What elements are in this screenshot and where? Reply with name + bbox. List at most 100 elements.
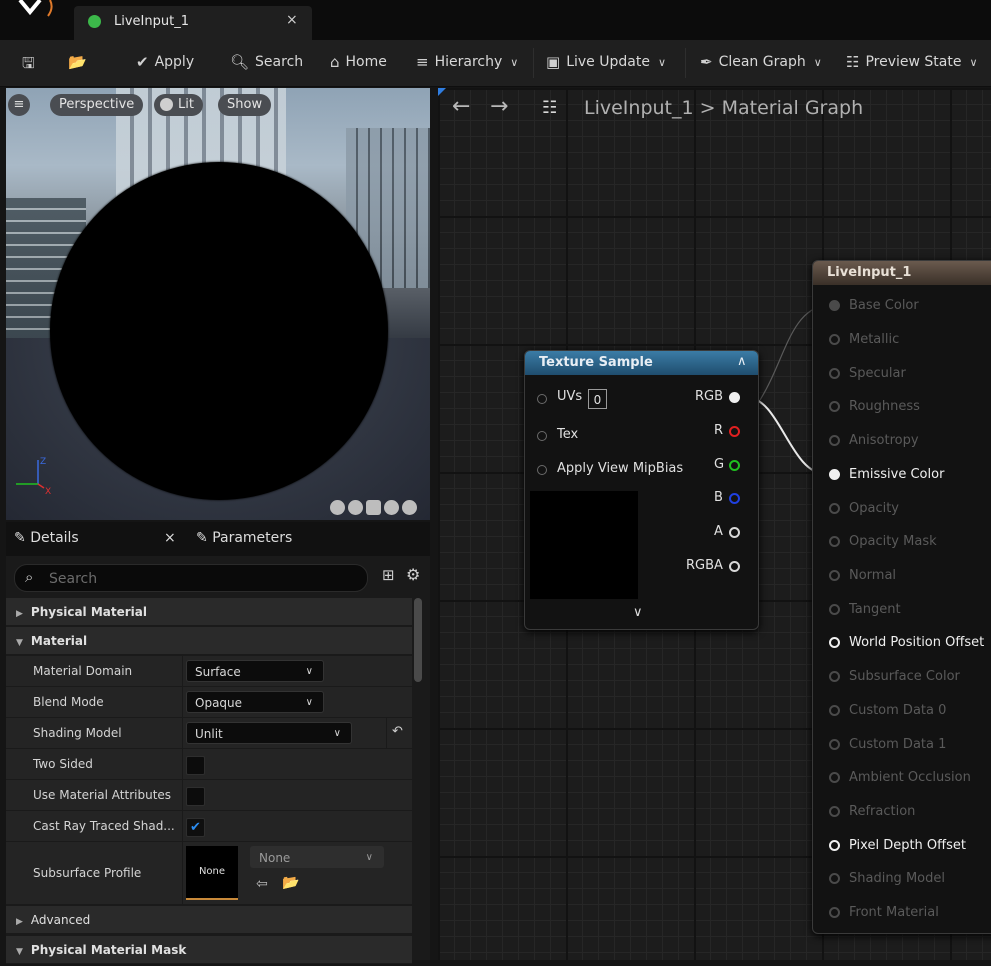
pin-dot[interactable] — [829, 739, 840, 750]
pin-dot[interactable] — [829, 334, 840, 345]
pin-dot[interactable] — [829, 570, 840, 581]
a-output-pin[interactable] — [729, 527, 740, 538]
rgb-output-pin[interactable] — [729, 392, 740, 403]
preview-cube-icon[interactable] — [384, 500, 399, 515]
preview-plane-icon[interactable] — [366, 500, 381, 515]
pin-dot[interactable] — [829, 806, 840, 817]
opacity-mask-pin[interactable]: Opacity Mask — [813, 532, 991, 552]
pin-dot[interactable] — [829, 435, 840, 446]
lit-button[interactable]: Lit — [154, 94, 203, 116]
grid-view-icon[interactable]: ⊞ — [382, 566, 395, 584]
details-search[interactable]: ⌕ — [14, 564, 368, 592]
details-scrollbar[interactable] — [414, 598, 422, 682]
preview-mesh-icon[interactable] — [402, 500, 417, 515]
subsurface-profile-dropdown[interactable]: None ∨ — [250, 846, 384, 868]
pin-dot[interactable] — [829, 536, 840, 547]
breadcrumb-asset[interactable]: LiveInput_1 — [584, 97, 694, 119]
pin-dot[interactable] — [829, 873, 840, 884]
base-color-pin[interactable]: Base Color — [813, 296, 991, 316]
forward-arrow-icon[interactable]: → — [490, 94, 508, 119]
custom-data-0-pin[interactable]: Custom Data 0 — [813, 701, 991, 721]
pin-dot[interactable] — [829, 368, 840, 379]
opacity-pin[interactable]: Opacity — [813, 499, 991, 519]
ambient-occlusion-pin[interactable]: Ambient Occlusion — [813, 768, 991, 788]
pin-dot[interactable] — [829, 604, 840, 615]
clean-graph-button[interactable]: ✒ Clean Graph ∨ — [700, 53, 822, 71]
chevron-up-icon[interactable]: ∧ — [737, 354, 747, 369]
tab-parameters[interactable]: ✎ Parameters — [196, 530, 292, 546]
chevron-down-icon[interactable]: ∨ — [633, 605, 643, 620]
material-result-node[interactable]: LiveInput_1 Base Color Metallic Specular… — [812, 260, 991, 934]
tex-input-pin[interactable] — [537, 431, 547, 441]
subsurface-profile-thumbnail[interactable]: None — [186, 846, 238, 900]
preview-viewport[interactable]: ≡ Perspective Lit Show Z X — [6, 88, 430, 520]
node-header[interactable]: Texture Sample ∧ — [525, 351, 758, 375]
save-button[interactable]: 🖫 — [22, 53, 35, 78]
texture-sample-node[interactable]: Texture Sample ∧ UVs 0 Tex Apply View Mi… — [524, 350, 759, 630]
shading-model-dropdown[interactable]: Unlit ∨ — [186, 722, 352, 744]
normal-pin[interactable]: Normal — [813, 566, 991, 586]
pin-dot[interactable] — [829, 705, 840, 716]
editor-tab[interactable]: LiveInput_1 × — [74, 6, 312, 40]
subsurface-color-pin[interactable]: Subsurface Color — [813, 667, 991, 687]
category-physical-material[interactable]: ▶ Physical Material — [6, 598, 412, 626]
hierarchy-button[interactable]: ≡ Hierarchy ∨ — [416, 53, 518, 71]
use-material-attributes-checkbox[interactable] — [186, 787, 205, 806]
search-button[interactable]: 🔍︎ Search — [230, 53, 303, 71]
roughness-pin[interactable]: Roughness — [813, 397, 991, 417]
g-output-pin[interactable] — [729, 460, 740, 471]
category-material[interactable]: ▼ Material — [6, 627, 412, 655]
reset-to-default-icon[interactable]: ↶ — [392, 724, 403, 739]
uvs-input-pin[interactable] — [537, 394, 547, 404]
blend-mode-dropdown[interactable]: Opaque ∨ — [186, 691, 324, 713]
close-icon[interactable]: × — [164, 530, 176, 546]
specular-pin[interactable]: Specular — [813, 364, 991, 384]
pixel-depth-offset-pin[interactable]: Pixel Depth Offset — [813, 836, 991, 856]
close-icon[interactable]: × — [286, 12, 298, 28]
node-header[interactable]: LiveInput_1 — [813, 261, 991, 285]
preview-cylinder-icon[interactable] — [330, 500, 345, 515]
pin-dot[interactable] — [829, 772, 840, 783]
b-output-pin[interactable] — [729, 493, 740, 504]
anisotropy-pin[interactable]: Anisotropy — [813, 431, 991, 451]
cast-ray-traced-checkbox[interactable]: ✔ — [186, 818, 205, 837]
details-search-input[interactable] — [47, 568, 351, 590]
apply-button[interactable]: ✔ Apply — [136, 53, 194, 71]
pin-dot[interactable] — [829, 840, 840, 851]
rgba-output-pin[interactable] — [729, 561, 740, 572]
perspective-button[interactable]: Perspective — [50, 94, 144, 116]
unreal-logo-icon[interactable] — [14, 0, 58, 22]
category-advanced[interactable]: ▶ Advanced — [6, 906, 412, 934]
viewport-menu-icon[interactable]: ≡ — [8, 94, 30, 116]
pin-dot[interactable] — [829, 469, 840, 480]
two-sided-checkbox[interactable] — [186, 756, 205, 775]
uvs-value-input[interactable]: 0 — [588, 389, 607, 409]
emissive-color-pin[interactable]: Emissive Color — [813, 465, 991, 485]
gear-icon[interactable]: ⚙ — [406, 565, 420, 584]
front-material-pin[interactable]: Front Material — [813, 903, 991, 923]
pin-dot[interactable] — [829, 503, 840, 514]
pin-dot[interactable] — [829, 671, 840, 682]
back-arrow-icon[interactable]: ← — [452, 94, 470, 119]
tab-details[interactable]: ✎ Details — [14, 530, 79, 546]
mip-bias-input-pin[interactable] — [537, 465, 547, 475]
pin-dot[interactable] — [829, 907, 840, 918]
refraction-pin[interactable]: Refraction — [813, 802, 991, 822]
live-update-button[interactable]: ▣ Live Update ∨ — [546, 53, 666, 71]
show-button[interactable]: Show — [218, 94, 272, 116]
breadcrumb-graph[interactable]: Material Graph — [722, 97, 864, 119]
metallic-pin[interactable]: Metallic — [813, 330, 991, 350]
use-selected-icon[interactable]: ⇦ — [256, 876, 268, 892]
world-position-offset-pin[interactable]: World Position Offset — [813, 633, 991, 653]
material-domain-dropdown[interactable]: Surface ∨ — [186, 660, 324, 682]
home-button[interactable]: ⌂ Home — [330, 53, 387, 71]
shading-model-pin[interactable]: Shading Model — [813, 869, 991, 889]
tangent-pin[interactable]: Tangent — [813, 600, 991, 620]
custom-data-1-pin[interactable]: Custom Data 1 — [813, 735, 991, 755]
pin-dot[interactable] — [829, 401, 840, 412]
browse-button[interactable]: 📂 — [68, 53, 87, 71]
pin-dot[interactable] — [829, 300, 840, 311]
r-output-pin[interactable] — [729, 426, 740, 437]
preview-state-button[interactable]: ☷ Preview State ∨ — [846, 53, 978, 71]
preview-sphere-icon[interactable] — [348, 500, 363, 515]
